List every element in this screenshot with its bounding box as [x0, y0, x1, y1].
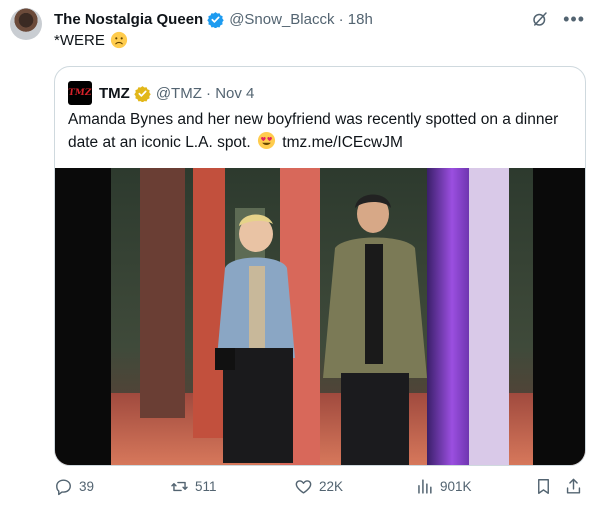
repost-count: 511	[195, 479, 217, 494]
handle-and-time[interactable]: @Snow_Blacck · 18h	[229, 11, 373, 28]
reply-icon	[56, 479, 71, 496]
tweet-text-content: *WERE	[54, 31, 105, 49]
action-bar: 39 511 22K 901K	[54, 477, 585, 503]
share-icon	[566, 478, 581, 494]
reply-count: 39	[79, 479, 95, 494]
frowning-face-emoji-icon	[110, 31, 127, 49]
quoted-link[interactable]: tmz.me/ICEcwJM	[282, 134, 403, 151]
repost-icon	[171, 481, 188, 492]
repost-button[interactable]: 511	[170, 477, 217, 496]
views-chart-icon	[418, 479, 432, 494]
share-button[interactable]	[564, 477, 583, 496]
quoted-handle-date[interactable]: @TMZ · Nov 4	[156, 85, 255, 102]
gold-verified-badge-icon	[134, 85, 151, 102]
heart-icon	[295, 480, 312, 494]
quoted-tweet-photo[interactable]	[55, 168, 586, 466]
grok-icon[interactable]	[531, 10, 549, 28]
views-count: 901K	[440, 479, 472, 494]
tmz-logo[interactable]: TMZ	[68, 81, 92, 105]
display-name[interactable]: The Nostalgia Queen	[54, 11, 203, 28]
quoted-tweet-text: Amanda Bynes and her new boyfriend was r…	[68, 109, 568, 154]
reply-button[interactable]: 39	[54, 477, 94, 496]
avatar[interactable]	[10, 8, 42, 40]
quoted-tweet-card[interactable]: TMZ TMZ @TMZ · Nov 4 Amanda Bynes and he…	[54, 66, 586, 466]
quoted-display-name[interactable]: TMZ	[99, 85, 130, 102]
heart-eyes-emoji-icon	[257, 131, 276, 150]
views-button[interactable]: 901K	[415, 477, 472, 496]
bookmark-icon	[538, 479, 549, 494]
quoted-tweet-header: TMZ TMZ @TMZ · Nov 4	[68, 81, 254, 105]
tweet-text: *WERE	[54, 31, 128, 49]
like-count: 22K	[319, 479, 344, 494]
like-button[interactable]: 22K	[294, 477, 343, 496]
verified-badge-icon	[207, 11, 224, 28]
tweet-header: The Nostalgia Queen @Snow_Blacck · 18h •…	[54, 8, 585, 30]
header-actions: •••	[531, 10, 585, 28]
bookmark-button[interactable]	[534, 477, 553, 496]
more-options-icon[interactable]: •••	[563, 10, 585, 28]
